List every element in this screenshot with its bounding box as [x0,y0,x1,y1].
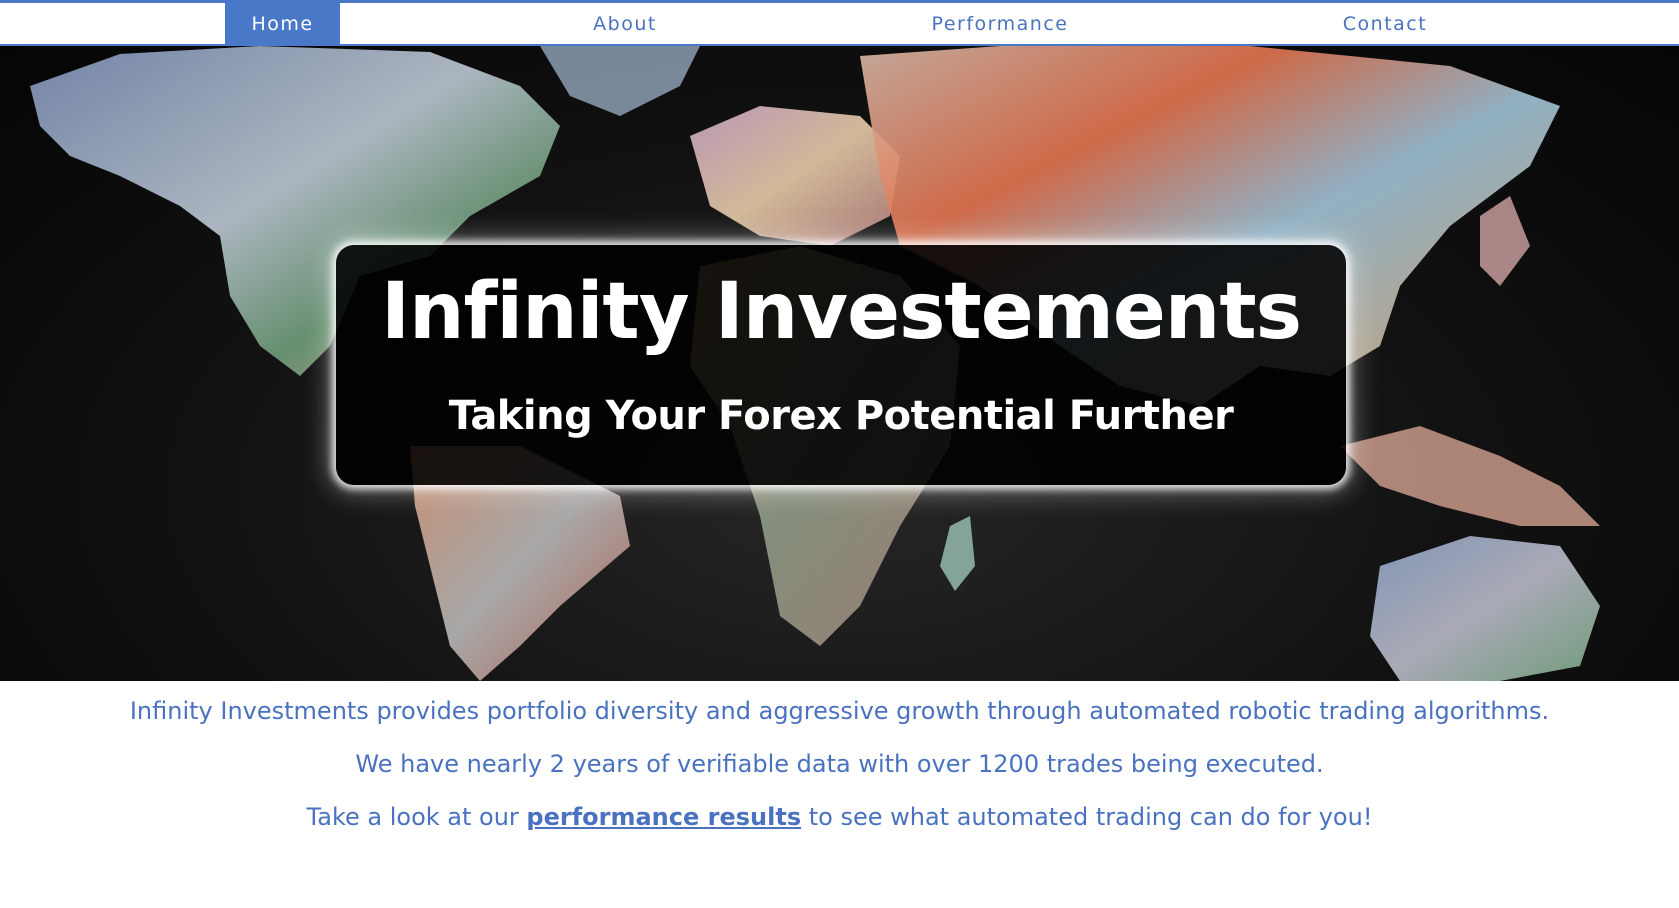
nav-contact-link[interactable]: Contact [1305,3,1465,44]
hero-banner: Infinity Investements Taking Your Forex … [0,46,1679,681]
intro-paragraph-1: Infinity Investments provides portfolio … [129,697,1550,725]
intro-paragraph-2: We have nearly 2 years of verifiable dat… [355,750,1324,778]
performance-results-link[interactable]: performance results [526,803,801,831]
site-tagline: Taking Your Forex Potential Further [448,393,1234,439]
nav-performance-link[interactable]: Performance [920,3,1080,44]
top-nav: Home About Performance Contact [0,0,1679,46]
intro-paragraph-3-suffix: to see what automated trading can do for… [801,803,1373,831]
site-title: Infinity Investements [380,267,1302,357]
nav-about-link[interactable]: About [545,3,705,44]
intro-paragraph-3: Take a look at our performance results t… [0,803,1679,831]
intro-paragraph-3-prefix: Take a look at our [306,803,527,831]
nav-home-link[interactable]: Home [225,3,340,44]
hero-title-box: Infinity Investements Taking Your Forex … [336,245,1346,485]
